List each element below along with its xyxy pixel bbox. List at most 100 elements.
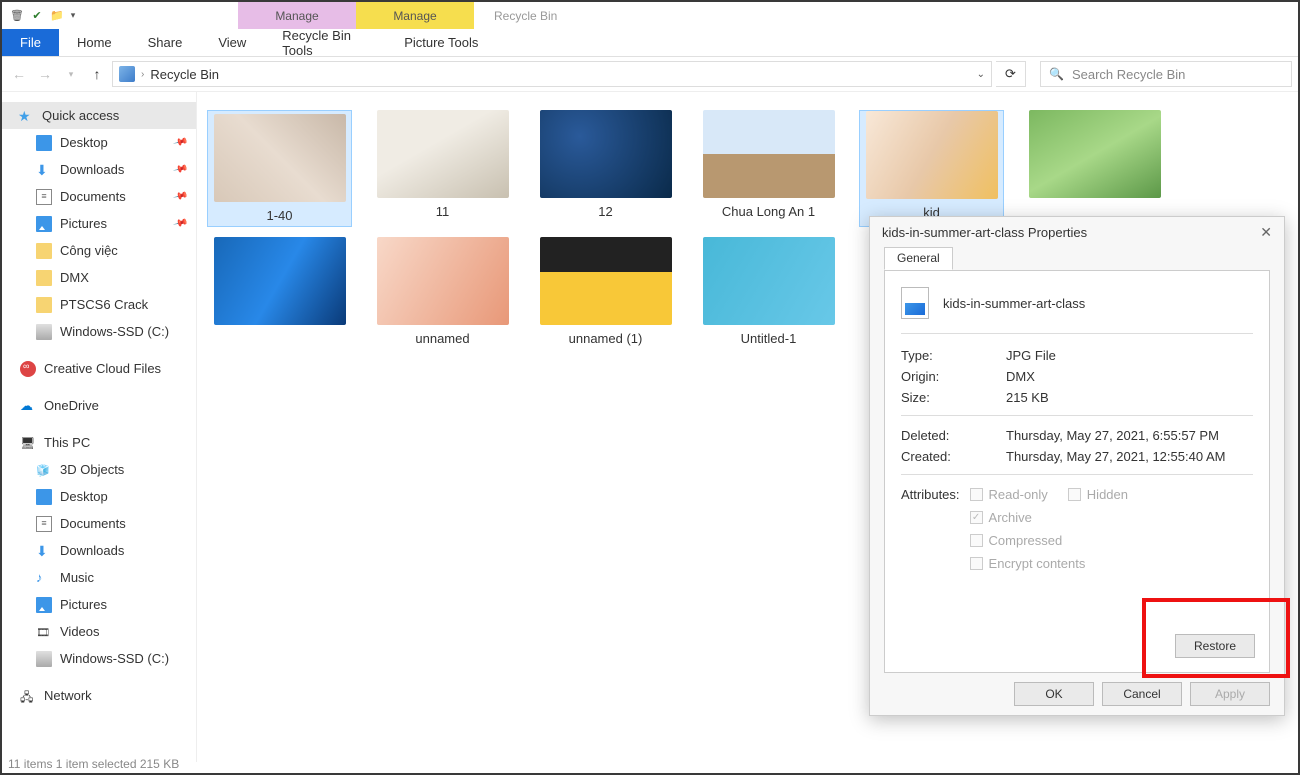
tab-general[interactable]: General bbox=[884, 247, 953, 270]
created-label: Created: bbox=[901, 449, 996, 464]
desktop-icon bbox=[36, 489, 52, 505]
checkbox-icon bbox=[1068, 488, 1081, 501]
contextual-tab-recycle: Manage bbox=[238, 2, 356, 29]
back-button[interactable]: ← bbox=[8, 63, 30, 85]
search-placeholder: Search Recycle Bin bbox=[1072, 67, 1185, 82]
attr-compressed[interactable]: Compressed bbox=[970, 533, 1253, 548]
attr-readonly[interactable]: Read-only bbox=[970, 487, 1048, 502]
checkbox-icon bbox=[970, 534, 983, 547]
file-item-kids[interactable]: kid bbox=[859, 110, 1004, 227]
file-item-unnamed[interactable]: unnamed bbox=[370, 237, 515, 346]
ok-button[interactable]: OK bbox=[1014, 682, 1094, 706]
file-item-7[interactable] bbox=[207, 237, 352, 346]
sidebar-downloads[interactable]: Downloads📌 bbox=[2, 156, 196, 183]
pictures-icon bbox=[36, 597, 52, 613]
file-item-chua-long-an[interactable]: Chua Long An 1 bbox=[696, 110, 841, 227]
file-item-12[interactable]: 12 bbox=[533, 110, 678, 227]
sidebar-music[interactable]: Music bbox=[2, 564, 196, 591]
sidebar-3d-objects[interactable]: 3D Objects bbox=[2, 456, 196, 483]
sidebar-dmx[interactable]: DMX bbox=[2, 264, 196, 291]
sidebar-quick-access[interactable]: ★Quick access bbox=[2, 102, 196, 129]
pictures-icon bbox=[36, 216, 52, 232]
drive-icon bbox=[36, 651, 52, 667]
onedrive-icon bbox=[20, 398, 36, 414]
file-item-unnamed-1[interactable]: unnamed (1) bbox=[533, 237, 678, 346]
sidebar-documents[interactable]: Documents📌 bbox=[2, 183, 196, 210]
sidebar-pictures[interactable]: Pictures📌 bbox=[2, 210, 196, 237]
tab-share[interactable]: Share bbox=[130, 29, 201, 56]
thumbnail bbox=[377, 110, 509, 198]
file-item-6[interactable] bbox=[1022, 110, 1167, 227]
sidebar-creative-cloud[interactable]: Creative Cloud Files bbox=[2, 355, 196, 382]
address-bar[interactable]: › Recycle Bin ⌄ bbox=[112, 61, 992, 87]
up-button[interactable]: ↑ bbox=[86, 63, 108, 85]
file-type-icon bbox=[901, 287, 929, 319]
drive-icon bbox=[36, 324, 52, 340]
origin-value: DMX bbox=[1006, 369, 1035, 384]
pin-icon: 📌 bbox=[172, 162, 188, 178]
tab-recycle-bin-tools[interactable]: Recycle Bin Tools bbox=[264, 29, 382, 56]
dialog-tabs: General bbox=[884, 247, 1270, 271]
download-icon bbox=[36, 543, 52, 559]
navigation-bar: ← → ▾ ↑ › Recycle Bin ⌄ ⟳ 🔍 Search Recyc… bbox=[2, 57, 1298, 92]
apply-button[interactable]: Apply bbox=[1190, 682, 1270, 706]
sidebar-this-pc[interactable]: This PC bbox=[2, 429, 196, 456]
recent-dropdown-icon[interactable]: ▾ bbox=[60, 63, 82, 85]
attr-encrypt[interactable]: Encrypt contents bbox=[970, 556, 1253, 571]
recycle-bin-icon bbox=[119, 66, 135, 82]
quick-access-toolbar: 🗑 ✔ 📁 ▾ bbox=[2, 7, 78, 25]
sidebar-downloads-2[interactable]: Downloads bbox=[2, 537, 196, 564]
network-icon bbox=[20, 688, 36, 704]
sidebar-videos[interactable]: Videos bbox=[2, 618, 196, 645]
thumbnail bbox=[1029, 110, 1161, 198]
checkbox-icon: ✓ bbox=[970, 511, 983, 524]
tab-picture-tools[interactable]: Picture Tools bbox=[382, 29, 500, 56]
sidebar-desktop-2[interactable]: Desktop bbox=[2, 483, 196, 510]
folder-icon bbox=[36, 243, 52, 259]
tab-home[interactable]: Home bbox=[59, 29, 130, 56]
folder-icon[interactable]: 📁 bbox=[48, 7, 66, 25]
created-value: Thursday, May 27, 2021, 12:55:40 AM bbox=[1006, 449, 1225, 464]
pc-icon bbox=[20, 435, 36, 451]
3d-icon bbox=[36, 462, 52, 478]
thumbnail bbox=[540, 110, 672, 198]
sidebar-pictures-2[interactable]: Pictures bbox=[2, 591, 196, 618]
file-item-11[interactable]: 11 bbox=[370, 110, 515, 227]
attr-archive[interactable]: ✓Archive bbox=[970, 510, 1253, 525]
search-input[interactable]: 🔍 Search Recycle Bin bbox=[1040, 61, 1292, 87]
tab-view[interactable]: View bbox=[200, 29, 264, 56]
sidebar-cong-viec[interactable]: Công việc bbox=[2, 237, 196, 264]
tab-file[interactable]: File bbox=[2, 29, 59, 56]
thumbnail bbox=[703, 110, 835, 198]
window-title: Recycle Bin bbox=[494, 9, 557, 23]
file-item-1-40[interactable]: 1-40 bbox=[207, 110, 352, 227]
cancel-button[interactable]: Cancel bbox=[1102, 682, 1182, 706]
sidebar-ptscs6[interactable]: PTSCS6 Crack bbox=[2, 291, 196, 318]
chevron-right-icon[interactable]: › bbox=[141, 69, 144, 80]
videos-icon bbox=[36, 624, 52, 640]
dialog-title-bar[interactable]: kids-in-summer-art-class Properties ✕ bbox=[870, 217, 1284, 247]
file-item-untitled[interactable]: Untitled-1 bbox=[696, 237, 841, 346]
refresh-button[interactable]: ⟳ bbox=[996, 61, 1026, 87]
close-icon[interactable]: ✕ bbox=[1260, 224, 1272, 241]
origin-label: Origin: bbox=[901, 369, 996, 384]
forward-button[interactable]: → bbox=[34, 63, 56, 85]
qat-dropdown-icon[interactable]: ▾ bbox=[68, 7, 78, 25]
dialog-title: kids-in-summer-art-class Properties bbox=[882, 225, 1087, 240]
pin-icon: 📌 bbox=[172, 135, 188, 151]
attributes-label: Attributes: bbox=[901, 487, 960, 502]
status-bar: 11 items 1 item selected 215 KB bbox=[8, 757, 1292, 771]
address-dropdown-icon[interactable]: ⌄ bbox=[977, 69, 985, 80]
sidebar-windows-ssd[interactable]: Windows-SSD (C:) bbox=[2, 318, 196, 345]
attr-hidden[interactable]: Hidden bbox=[1068, 487, 1128, 502]
contextual-tab-picture: Manage bbox=[356, 2, 474, 29]
sidebar-onedrive[interactable]: OneDrive bbox=[2, 392, 196, 419]
thumbnail bbox=[703, 237, 835, 325]
deleted-label: Deleted: bbox=[901, 428, 996, 443]
sidebar-documents-2[interactable]: Documents bbox=[2, 510, 196, 537]
recycle-bin-icon[interactable]: 🗑 bbox=[8, 7, 26, 25]
properties-icon[interactable]: ✔ bbox=[28, 7, 46, 25]
sidebar-windows-ssd-2[interactable]: Windows-SSD (C:) bbox=[2, 645, 196, 672]
sidebar-desktop[interactable]: Desktop📌 bbox=[2, 129, 196, 156]
sidebar-network[interactable]: Network bbox=[2, 682, 196, 709]
